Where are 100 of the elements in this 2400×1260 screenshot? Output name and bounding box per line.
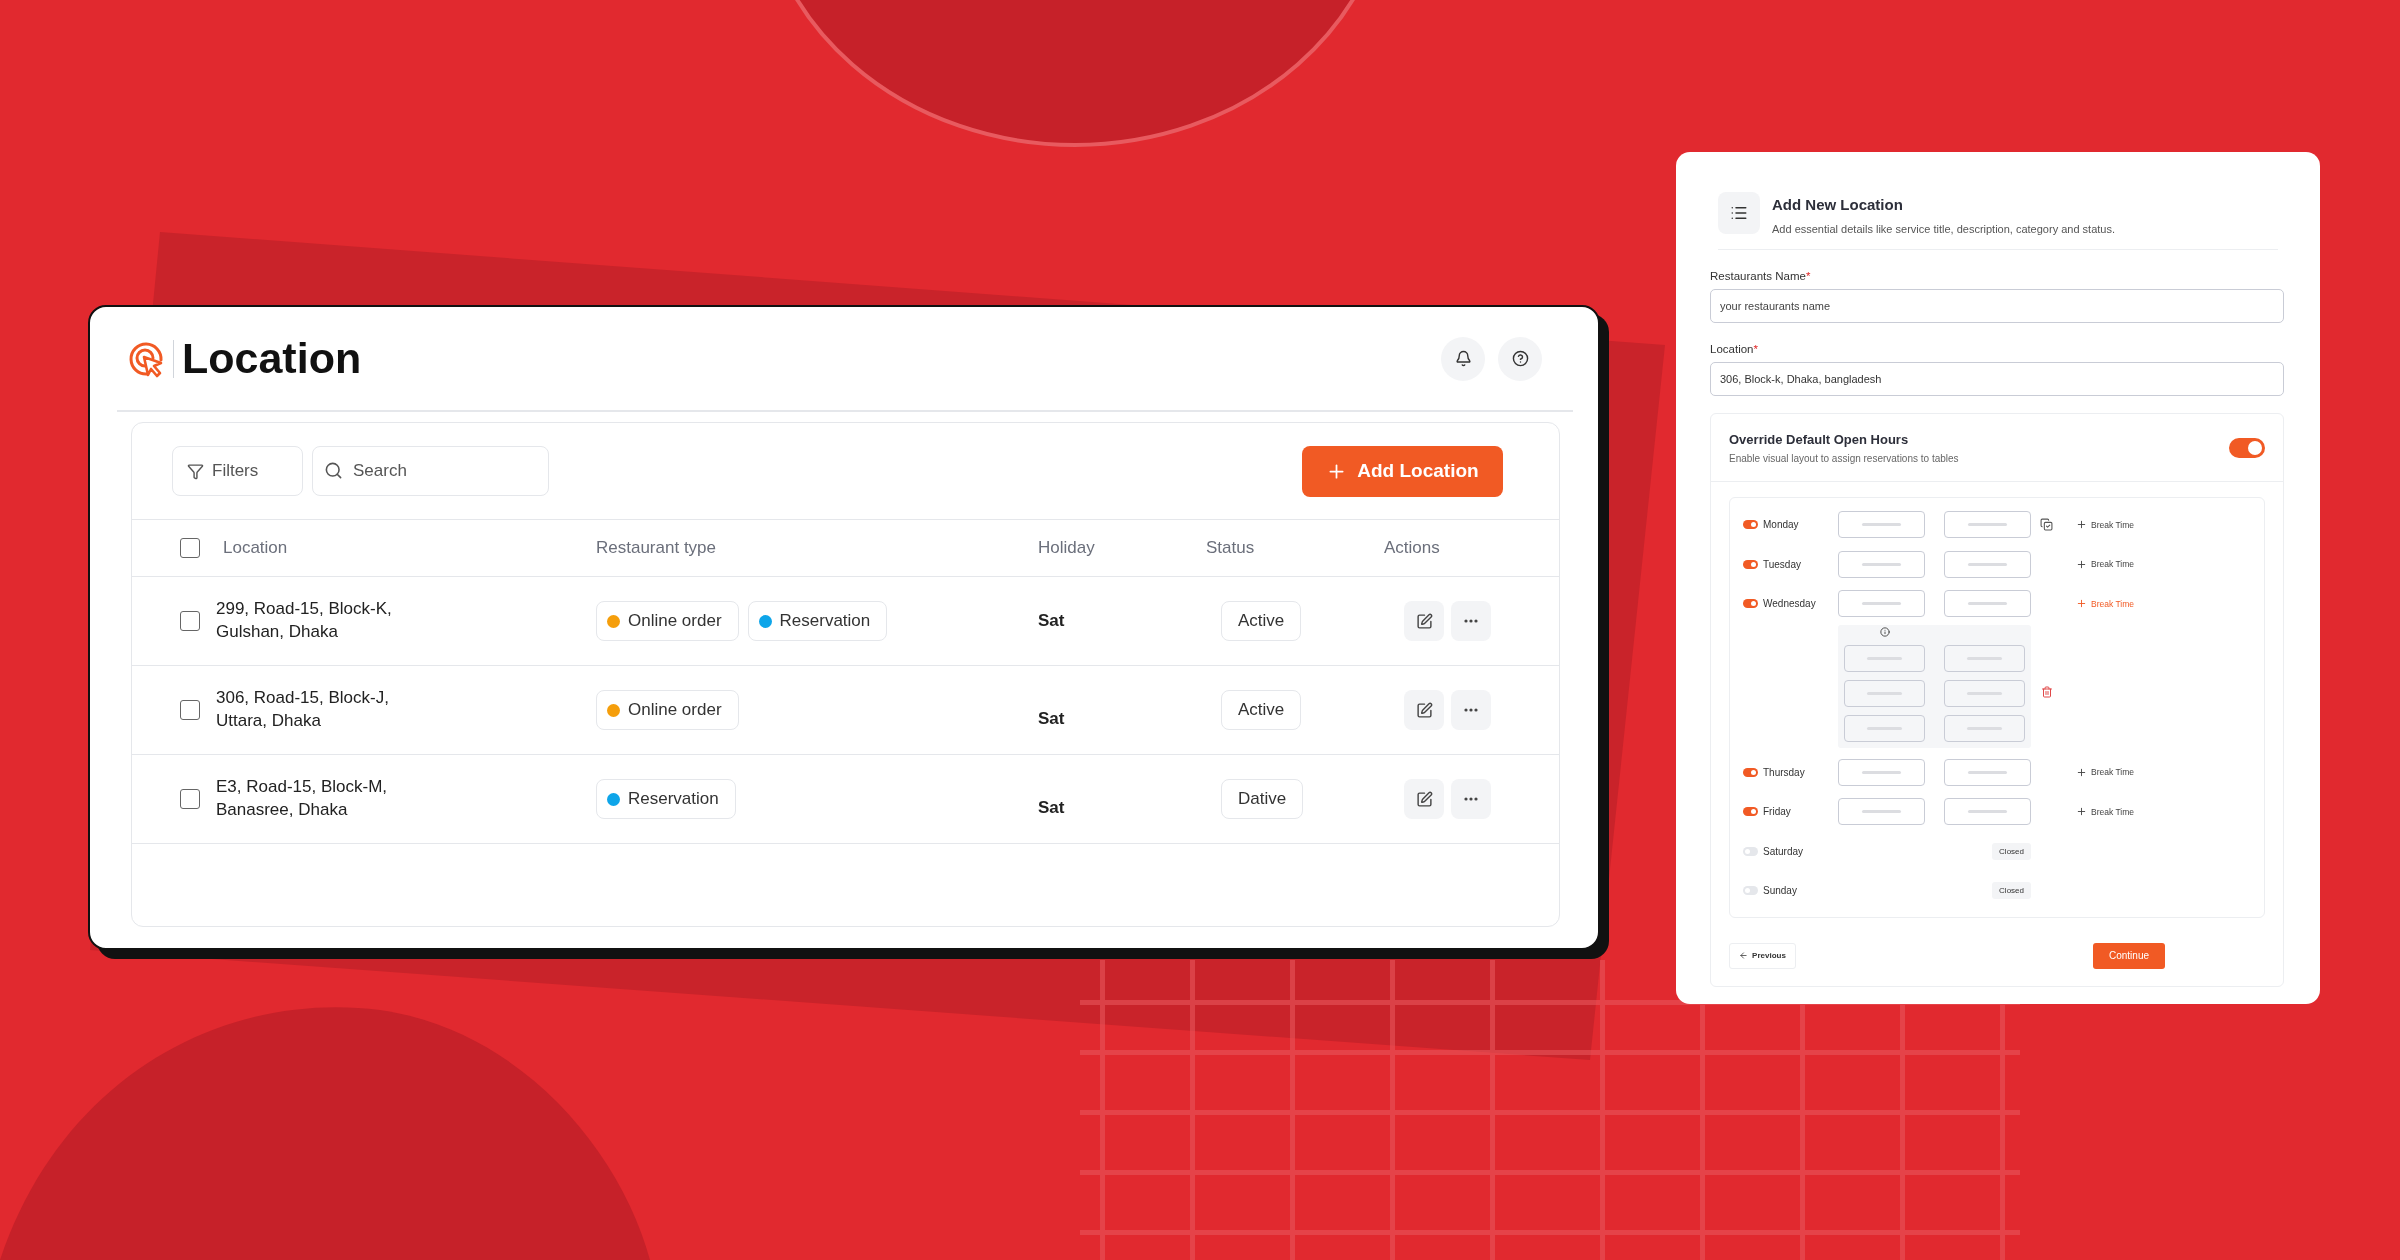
day-name: Wednesday <box>1763 598 1817 610</box>
status-tag: Dative <box>1221 779 1304 819</box>
plus-icon <box>2076 598 2087 610</box>
required-mark: * <box>1753 343 1758 355</box>
input-field[interactable]: 306, Block-k, Dhaka, bangladesh <box>1710 362 2284 396</box>
edit-button[interactable] <box>1404 601 1444 641</box>
type-label: Reservation <box>779 611 871 631</box>
closed-tag: Closed <box>1992 842 2031 860</box>
location-cell-text: 299, Road-15, Block-K, Gulshan, Dhaka <box>216 598 392 643</box>
help-icon <box>1511 350 1529 367</box>
break-time-button[interactable]: Break Time <box>2076 806 2264 818</box>
time-field[interactable] <box>1844 679 1925 707</box>
notifications-button[interactable] <box>1441 336 1485 381</box>
day-toggle[interactable] <box>1743 767 1758 777</box>
location-cell-text: 306, Road-15, Block-J, Uttara, Dhaka <box>216 687 389 732</box>
more-button[interactable] <box>1451 779 1491 819</box>
arrow-left-icon <box>1739 951 1749 960</box>
help-button[interactable] <box>1498 336 1542 381</box>
info-icon <box>1879 626 1890 637</box>
plus-icon <box>2076 519 2087 531</box>
holiday-cell: Sat <box>1038 798 1065 818</box>
time-field[interactable] <box>1944 550 2031 578</box>
plus-icon <box>2076 558 2087 570</box>
form-subtitle: Add essential details like service title, description, category and status. <box>1772 223 2115 235</box>
more-button[interactable] <box>1451 690 1491 730</box>
time-field[interactable] <box>1944 679 2025 707</box>
column-header: Restaurant type <box>596 538 716 558</box>
page-title: Location <box>182 334 362 383</box>
day-toggle[interactable] <box>1743 520 1758 530</box>
day-name: Friday <box>1763 806 1792 818</box>
column-header: Actions <box>1384 538 1440 558</box>
holiday-cell: Sat <box>1038 709 1065 729</box>
more-icon <box>1464 708 1478 712</box>
plus-icon <box>2076 806 2087 818</box>
time-field[interactable] <box>1838 511 1925 539</box>
time-field[interactable] <box>1844 714 1925 742</box>
status-tag: Active <box>1221 601 1302 641</box>
day-name: Monday <box>1763 519 1800 531</box>
plus-icon <box>2076 766 2087 778</box>
copy-icon[interactable] <box>2040 518 2053 532</box>
time-field[interactable] <box>1838 550 1925 578</box>
required-mark: * <box>1805 270 1811 282</box>
break-time-button[interactable]: Break Time <box>2076 598 2264 610</box>
time-field[interactable] <box>1944 758 2031 786</box>
section-title: Override Default Open Hours <box>1729 431 1910 447</box>
break-time-button[interactable]: Break Time <box>2076 519 2264 531</box>
type-label: Reservation <box>628 789 719 809</box>
day-toggle[interactable] <box>1743 559 1758 569</box>
day-toggle[interactable] <box>1743 807 1758 817</box>
time-field[interactable] <box>1838 798 1925 826</box>
section-subtitle: Enable visual layout to assign reservations to tables <box>1729 452 1959 464</box>
form-title: Add New Location <box>1772 196 1904 213</box>
day-name: Thursday <box>1763 766 1806 778</box>
row-checkbox[interactable] <box>180 611 200 631</box>
input-field[interactable]: your restaurants name <box>1710 289 2284 323</box>
day-toggle[interactable] <box>1743 846 1758 856</box>
type-label: Online order <box>628 611 722 631</box>
time-field[interactable] <box>1944 644 2025 672</box>
row-checkbox[interactable] <box>180 700 200 720</box>
edit-icon <box>1415 612 1433 630</box>
time-field[interactable] <box>1944 798 2031 826</box>
day-name: Tuesday <box>1763 558 1802 570</box>
time-field[interactable] <box>1844 644 1925 672</box>
more-icon <box>1464 797 1478 801</box>
closed-tag: Closed <box>1992 882 2031 900</box>
day-name: Sunday <box>1763 885 1798 897</box>
more-icon <box>1464 619 1478 623</box>
previous-button[interactable]: Previous <box>1729 942 1796 969</box>
time-field[interactable] <box>1838 590 1925 618</box>
time-field[interactable] <box>1944 511 2031 539</box>
holiday-cell: Sat <box>1038 611 1065 631</box>
time-field[interactable] <box>1944 714 2025 742</box>
filter-icon <box>187 462 204 480</box>
day-name: Saturday <box>1763 845 1805 857</box>
filters-button[interactable]: Filters <box>172 446 303 496</box>
edit-icon <box>1415 790 1433 808</box>
edit-icon <box>1415 701 1433 719</box>
override-toggle[interactable] <box>2229 437 2265 458</box>
more-button[interactable] <box>1451 601 1491 641</box>
location-cell-text: E3, Road-15, Block-M, Banasree, Dhaka <box>216 776 387 821</box>
select-all-checkbox[interactable] <box>180 538 200 558</box>
time-field[interactable] <box>1944 590 2031 618</box>
delete-icon[interactable] <box>2041 686 2053 698</box>
search-field[interactable]: Search <box>312 446 549 496</box>
column-header: Holiday <box>1038 538 1095 558</box>
break-time-button[interactable]: Break Time <box>2076 558 2264 570</box>
time-field[interactable] <box>1838 758 1925 786</box>
list-icon <box>1730 204 1748 222</box>
day-toggle[interactable] <box>1743 886 1758 896</box>
edit-button[interactable] <box>1404 779 1444 819</box>
search-icon <box>324 461 343 480</box>
type-label: Online order <box>628 700 722 720</box>
status-tag: Active <box>1221 690 1302 730</box>
field-label: Restaurants Name* <box>1710 270 1812 282</box>
field-label: Location* <box>1710 343 1759 355</box>
day-toggle[interactable] <box>1743 599 1758 609</box>
break-time-button[interactable]: Break Time <box>2076 766 2264 778</box>
bell-icon <box>1454 350 1472 367</box>
edit-button[interactable] <box>1404 690 1444 730</box>
row-checkbox[interactable] <box>180 789 200 809</box>
